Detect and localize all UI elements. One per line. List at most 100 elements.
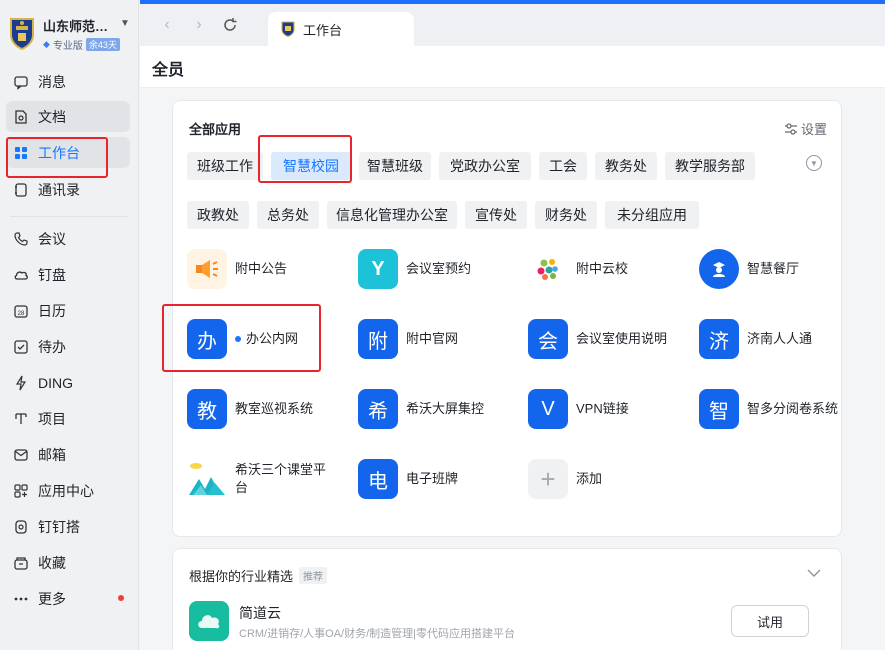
category-chip[interactable]: 教学服务部 bbox=[665, 152, 755, 180]
sidebar-item-more[interactable]: 更多 bbox=[6, 583, 130, 614]
app-tile[interactable]: V VPN链接 bbox=[528, 389, 688, 431]
forward-arrow-icon[interactable]: › bbox=[190, 16, 208, 34]
recommend-title: 根据你的行业精选 bbox=[189, 569, 294, 584]
favorite-icon bbox=[13, 555, 29, 571]
category-chip[interactable]: 财务处 bbox=[535, 201, 597, 229]
sidebar-item-mail[interactable]: 邮箱 bbox=[6, 439, 130, 470]
workbench-icon bbox=[13, 145, 29, 161]
app-tile[interactable]: Y 会议室预约 bbox=[358, 249, 518, 291]
jinan-icon: 济 bbox=[699, 319, 739, 359]
recommend-card: 根据你的行业精选 推荐 简道云 CRM/进销存/人事OA/财务/制造管理|零代码… bbox=[172, 548, 842, 650]
settings-button[interactable]: 设置 bbox=[784, 119, 827, 138]
category-chip[interactable]: 班级工作 bbox=[187, 152, 263, 180]
sidebar-item-calendar[interactable]: 28 日历 bbox=[6, 295, 130, 326]
sidebar-item-label: 钉盘 bbox=[38, 266, 66, 283]
app-tile[interactable]: 希 希沃大屏集控 bbox=[358, 389, 518, 431]
recommend-app-desc: CRM/进销存/人事OA/财务/制造管理|零代码应用搭建平台 bbox=[239, 628, 516, 640]
phone-icon bbox=[13, 231, 29, 247]
category-chip[interactable]: 教务处 bbox=[595, 152, 657, 180]
recommend-tag: 推荐 bbox=[299, 567, 328, 584]
app-label: 会议室预约 bbox=[406, 261, 472, 276]
app-tile[interactable]: 附 附中官网 bbox=[358, 319, 518, 361]
jiandaoyun-icon bbox=[189, 601, 229, 641]
sidebar-item-project[interactable]: 项目 bbox=[6, 403, 130, 434]
sidebar-item-label: 待办 bbox=[38, 338, 66, 355]
sidebar-item-drive[interactable]: 钉盘 bbox=[6, 259, 130, 290]
sidebar-item-todo[interactable]: 待办 bbox=[6, 331, 130, 362]
sidebar-item-label: 会议 bbox=[38, 230, 66, 247]
project-icon bbox=[13, 411, 29, 427]
category-chip[interactable]: 宣传处 bbox=[465, 201, 527, 229]
dingda-icon bbox=[13, 519, 29, 535]
chevron-down-icon[interactable]: ▼ bbox=[806, 155, 822, 171]
school-logo-icon bbox=[10, 18, 34, 50]
app-tile[interactable]: 附中公告 bbox=[187, 249, 347, 291]
document-icon bbox=[13, 109, 29, 125]
chevron-down-icon[interactable] bbox=[807, 565, 821, 581]
official-site-icon: 附 bbox=[358, 319, 398, 359]
app-tile[interactable]: 办 办公内网 bbox=[187, 319, 347, 361]
category-chip[interactable]: 工会 bbox=[539, 152, 587, 180]
class-board-icon: 电 bbox=[358, 459, 398, 499]
sidebar-item-dingda[interactable]: 钉钉搭 bbox=[6, 511, 130, 542]
app-tile[interactable]: 济 济南人人通 bbox=[699, 319, 859, 361]
meeting-room-icon: Y bbox=[358, 249, 398, 289]
school-logo-icon bbox=[281, 21, 295, 37]
app-tile[interactable]: 附中云校 bbox=[528, 249, 688, 291]
app-tile[interactable]: 会 会议室使用说明 bbox=[528, 319, 688, 361]
sidebar-item-messages[interactable]: 消息 bbox=[6, 66, 130, 97]
try-button[interactable]: 试用 bbox=[731, 605, 809, 637]
sidebar-item-label: 应用中心 bbox=[38, 482, 94, 499]
category-chip[interactable]: 智慧班级 bbox=[359, 152, 431, 180]
grading-icon: 智 bbox=[699, 389, 739, 429]
sidebar-item-app-center[interactable]: 应用中心 bbox=[6, 475, 130, 506]
sidebar-item-label: 钉钉搭 bbox=[38, 518, 80, 535]
sliders-icon bbox=[784, 122, 797, 135]
org-dropdown-icon[interactable]: ▼ bbox=[120, 18, 130, 29]
tab-bar: ‹ › 工作台 bbox=[140, 4, 885, 46]
sidebar-item-label: DING bbox=[38, 374, 73, 391]
app-label: 添加 bbox=[576, 471, 603, 486]
app-tile[interactable]: 智慧餐厅 bbox=[699, 249, 859, 291]
sidebar-item-meeting[interactable]: 会议 bbox=[6, 223, 130, 254]
classroom-patrol-icon: 教 bbox=[187, 389, 227, 429]
app-tile[interactable]: 智 智多分阅卷系统 bbox=[699, 389, 859, 431]
tab-workbench[interactable]: 工作台 bbox=[268, 12, 414, 46]
sidebar-item-workbench[interactable]: 工作台 bbox=[6, 137, 130, 168]
category-chip[interactable]: 政教处 bbox=[187, 201, 249, 229]
category-chip[interactable]: 信息化管理办公室 bbox=[327, 201, 457, 229]
todo-icon bbox=[13, 339, 29, 355]
new-badge-dot bbox=[235, 336, 241, 342]
seewo-screen-icon: 希 bbox=[358, 389, 398, 429]
app-label: 附中官网 bbox=[406, 331, 459, 346]
category-chip-selected[interactable]: 智慧校园 bbox=[271, 152, 351, 180]
sidebar-item-contacts[interactable]: 通讯录 bbox=[6, 174, 130, 205]
back-arrow-icon[interactable]: ‹ bbox=[158, 16, 176, 34]
calendar-icon: 28 bbox=[13, 303, 29, 319]
cloud-school-icon bbox=[528, 249, 568, 289]
add-app-button[interactable]: + 添加 bbox=[528, 459, 688, 501]
app-tile[interactable]: 希沃三个课堂平台 bbox=[187, 459, 347, 501]
app-tile[interactable]: 教 教室巡视系统 bbox=[187, 389, 347, 431]
app-label: VPN链接 bbox=[576, 401, 629, 416]
refresh-icon[interactable] bbox=[221, 16, 239, 34]
app-center-icon bbox=[13, 483, 29, 499]
workbench-content: 全部应用 设置 班级工作 智慧校园 智慧班级 党政办公室 工会 教务处 教学服务… bbox=[140, 88, 885, 650]
message-icon bbox=[13, 74, 29, 90]
sidebar-item-documents[interactable]: 文档 bbox=[6, 101, 130, 132]
mail-icon bbox=[13, 447, 29, 463]
app-label: 附中云校 bbox=[576, 261, 629, 276]
notification-dot bbox=[118, 595, 124, 601]
category-chip[interactable]: 未分组应用 bbox=[605, 201, 699, 229]
vpn-icon: V bbox=[528, 389, 568, 429]
category-chip[interactable]: 总务处 bbox=[257, 201, 319, 229]
sidebar-item-label: 项目 bbox=[38, 410, 66, 427]
sidebar-item-ding[interactable]: DING bbox=[6, 367, 130, 398]
app-label: 希沃大屏集控 bbox=[406, 401, 485, 416]
megaphone-icon bbox=[187, 249, 227, 289]
sidebar-item-favorites[interactable]: 收藏 bbox=[6, 547, 130, 578]
category-chip[interactable]: 党政办公室 bbox=[439, 152, 531, 180]
org-switcher[interactable]: 山东师范… ▼ ◆ 专业版 余43天 bbox=[8, 14, 134, 54]
app-tile[interactable]: 电 电子班牌 bbox=[358, 459, 518, 501]
seewo-class-icon bbox=[187, 459, 227, 499]
